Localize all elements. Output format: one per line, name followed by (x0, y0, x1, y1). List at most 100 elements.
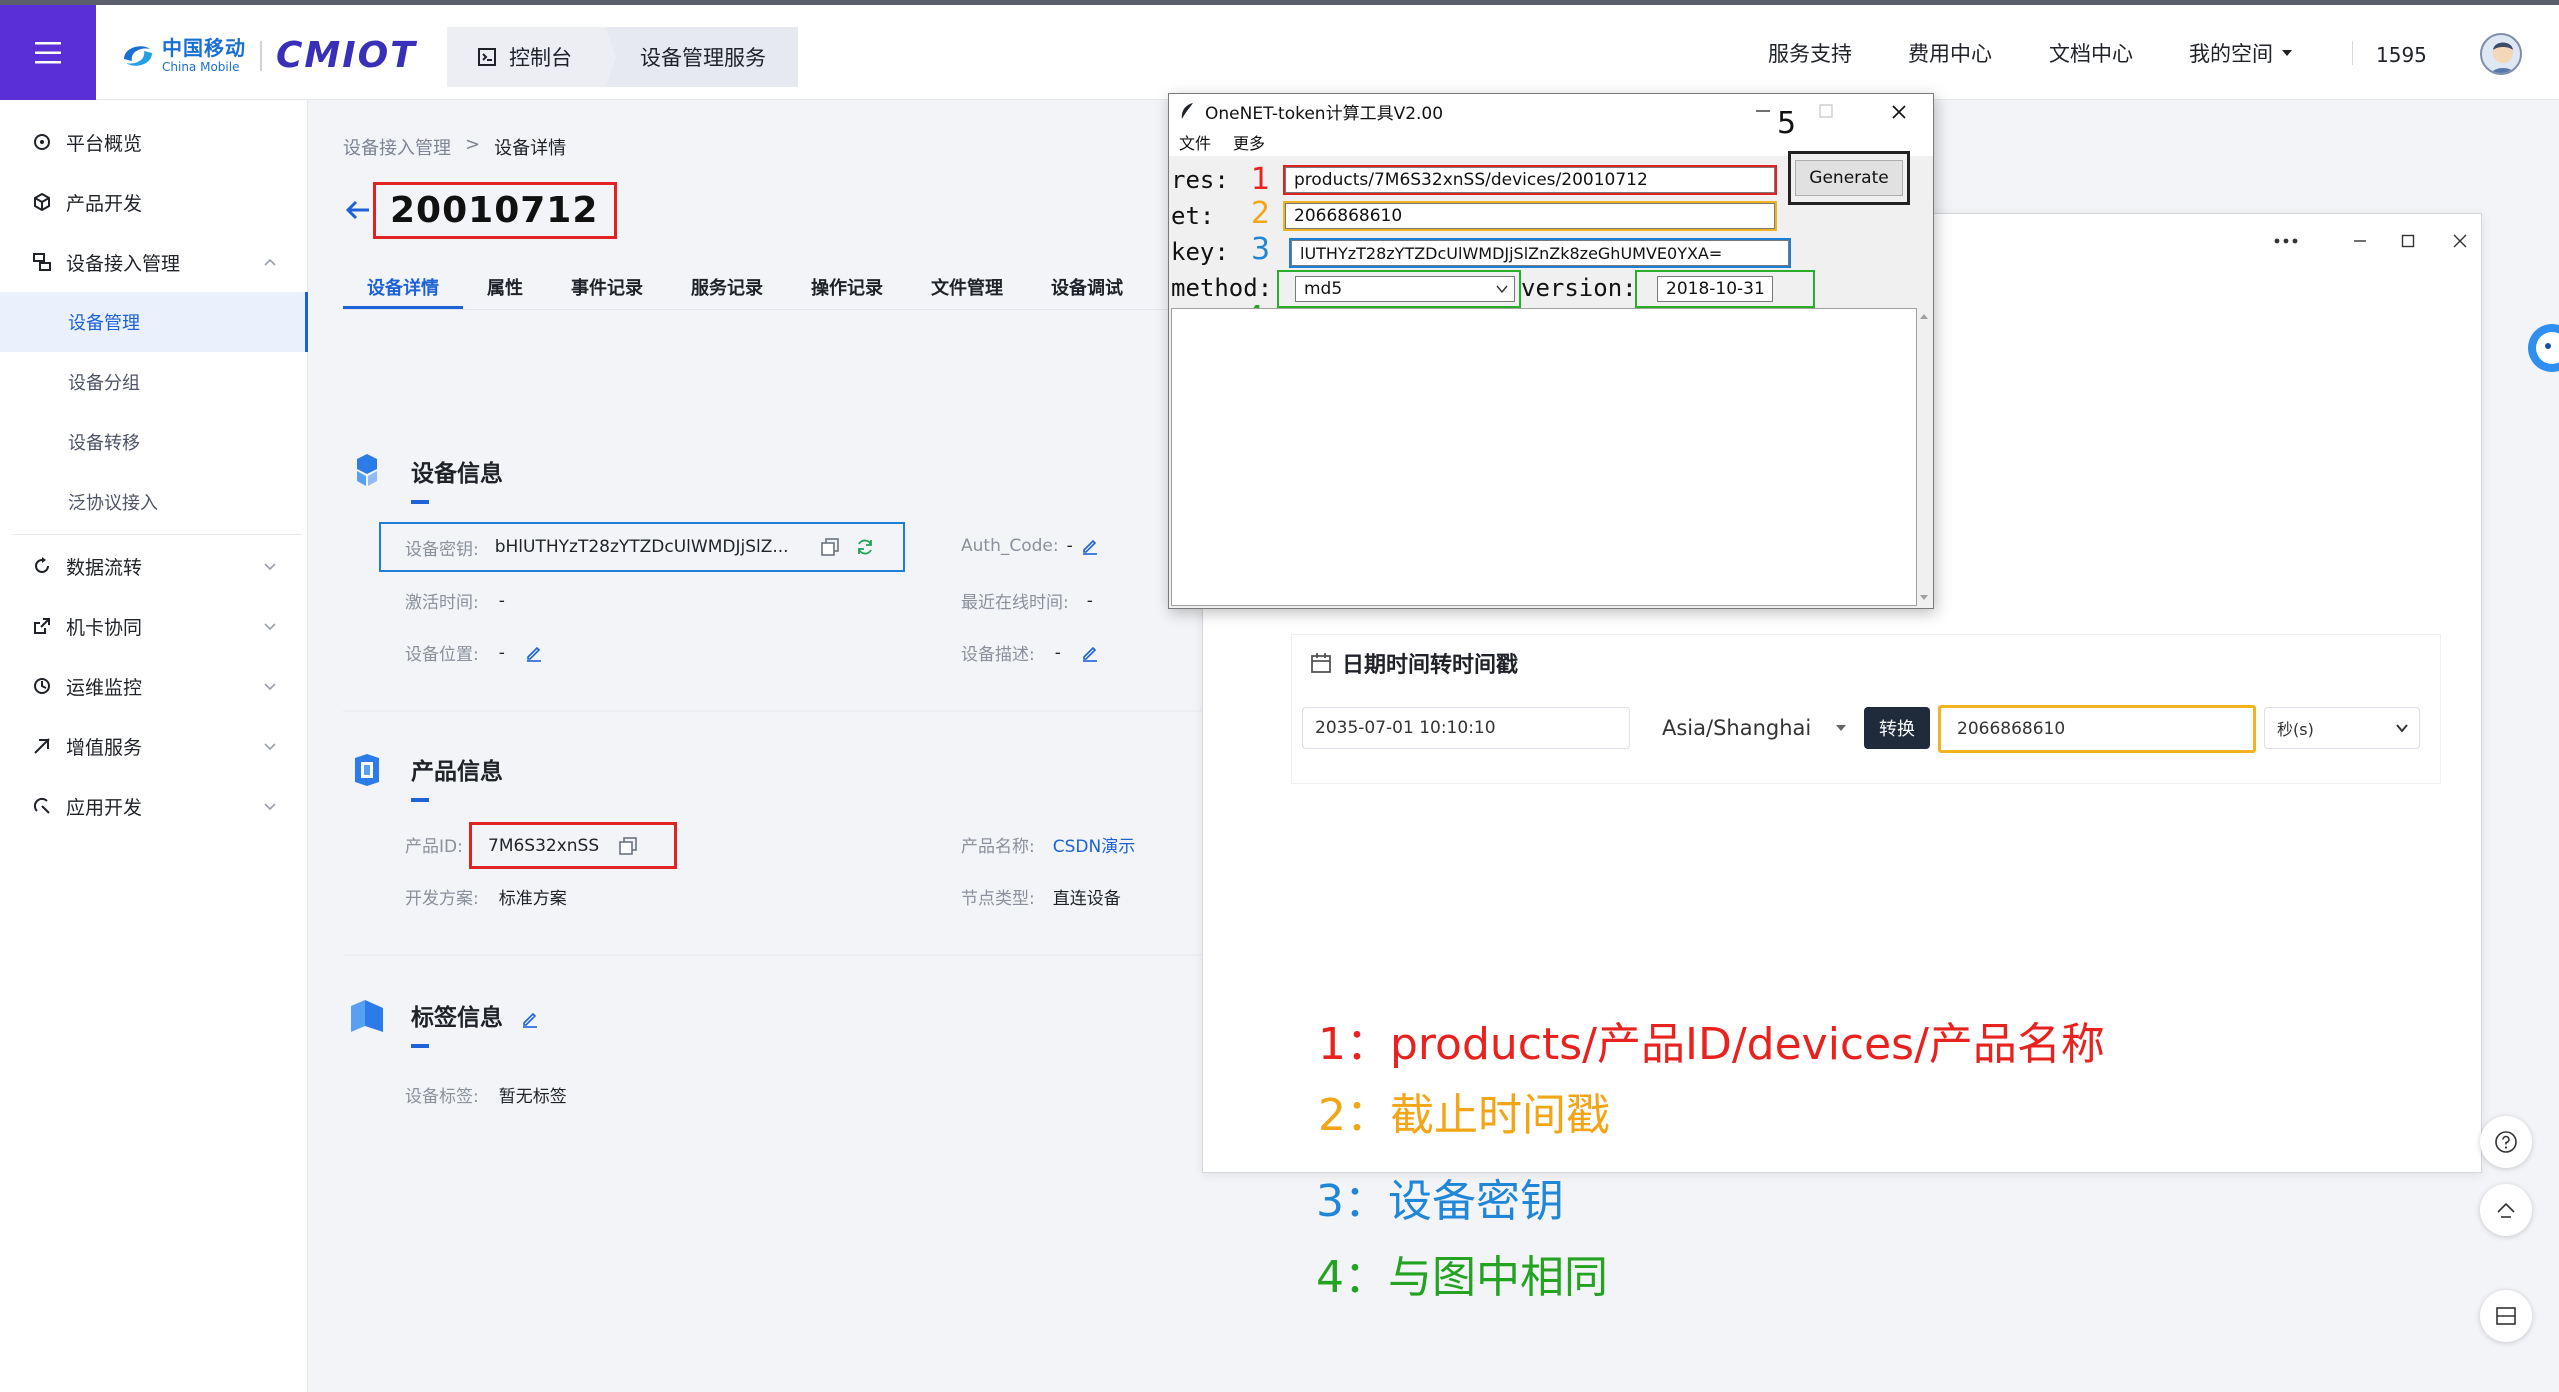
method-highlight (1277, 270, 1521, 308)
breadcrumb-current: 设备详情 (494, 138, 567, 159)
feedback-button[interactable] (2480, 1290, 2532, 1342)
sidebar-subitem-device-transfer[interactable]: 设备转移 (0, 412, 308, 472)
generate-button[interactable]: Generate (1795, 160, 1903, 196)
convert-button[interactable]: 转换 (1864, 707, 1930, 749)
maximize-icon (1819, 104, 1833, 118)
nav-docs-center[interactable]: 文档中心 (2049, 5, 2133, 100)
device-service-tab-label: 设备管理服务 (640, 46, 766, 70)
user-id[interactable]: 1595 (2376, 43, 2427, 67)
sidebar-item-data-flow[interactable]: 数据流转 (0, 536, 308, 596)
caret-down-icon (2282, 49, 2292, 56)
calendar-icon (1311, 653, 1331, 673)
assistant-mascot-icon[interactable] (2516, 312, 2559, 382)
sidebar-item-value-added[interactable]: 增值服务 (0, 716, 308, 776)
copy-icon[interactable] (820, 538, 839, 556)
scroll-down-icon[interactable] (1919, 594, 1929, 602)
edit-icon[interactable] (525, 644, 543, 662)
console-tab[interactable]: 控制台 (447, 27, 616, 87)
version-label: version: (1521, 274, 1637, 302)
back-to-top-button[interactable] (2480, 1184, 2532, 1236)
res-label: res: (1171, 166, 1229, 194)
et-highlight (1283, 201, 1777, 231)
data-flow-icon (32, 556, 52, 576)
sidebar-subitem-device-management[interactable]: 设备管理 (0, 292, 308, 352)
sidebar-subitem-generic-protocol[interactable]: 泛协议接入 (0, 472, 308, 532)
copy-icon[interactable] (619, 836, 637, 855)
token-output-textarea[interactable] (1171, 308, 1917, 606)
sidebar-item-ops-monitor[interactable]: 运维监控 (0, 656, 308, 716)
close-icon[interactable] (1891, 104, 1907, 120)
brand-cn-text: 中国移动 (162, 36, 246, 60)
help-button[interactable] (2480, 1116, 2532, 1168)
device-service-tab[interactable]: 设备管理服务 (606, 27, 798, 87)
tab-device-detail[interactable]: 设备详情 (343, 260, 463, 310)
back-arrow-icon[interactable] (343, 195, 373, 225)
minimize-icon[interactable] (2345, 226, 2375, 256)
device-desc-label: 设备描述: (961, 645, 1035, 665)
menu-file[interactable]: 文件 (1179, 130, 1211, 154)
tab-device-debug[interactable]: 设备调试 (1027, 260, 1147, 310)
dev-scheme-value: 标准方案 (498, 889, 567, 909)
sidebar-item-product-dev[interactable]: 产品开发 (0, 172, 308, 232)
device-tag-value: 暂无标签 (498, 1087, 567, 1107)
caret-down-icon (1836, 725, 1847, 731)
product-id-field: 7M6S32xnSS (469, 822, 677, 869)
datetime-card-title-text: 日期时间转时间戳 (1342, 653, 1519, 678)
detail-tabs: 设备详情 属性 事件记录 服务记录 操作记录 文件管理 设备调试 (343, 260, 1147, 310)
device-tag-field: 设备标签: 暂无标签 (405, 1082, 567, 1107)
feather-icon (1181, 103, 1193, 119)
sidebar-item-label: 产品开发 (66, 192, 143, 215)
tab-event-log[interactable]: 事件记录 (547, 260, 667, 310)
device-access-icon (32, 252, 52, 272)
datetime-input[interactable]: 2035-07-01 10:10:10 (1302, 707, 1630, 749)
scroll-up-icon[interactable] (1919, 312, 1929, 320)
marker-3: 3 (1251, 232, 1271, 267)
sidebar-subitem-device-group[interactable]: 设备分组 (0, 352, 308, 412)
nav-billing-center[interactable]: 费用中心 (1908, 5, 1992, 100)
unit-select-value: 秒(s) (2277, 720, 2314, 739)
close-icon[interactable] (2445, 226, 2475, 256)
tab-label: 事件记录 (571, 278, 643, 299)
tab-service-log[interactable]: 服务记录 (667, 260, 787, 310)
menu-more[interactable]: 更多 (1233, 130, 1265, 154)
brand-logo[interactable]: 中国移动 China Mobile CMIOT (120, 35, 417, 76)
maximize-icon[interactable] (2393, 226, 2423, 256)
sidebar-divider (12, 534, 302, 535)
product-name-link[interactable]: CSDN演示 (1053, 832, 1135, 857)
sidebar-subitem-label: 泛协议接入 (68, 493, 158, 514)
edit-icon[interactable] (1081, 537, 1099, 555)
minimize-icon[interactable] (1755, 106, 1771, 116)
sidebar-item-label: 数据流转 (66, 556, 143, 579)
auth-code-label: Auth_Code: (961, 536, 1059, 556)
unit-select[interactable]: 秒(s) (2264, 707, 2420, 749)
edit-icon[interactable] (1081, 644, 1099, 662)
cube-icon (32, 192, 52, 212)
app-dev-icon (32, 796, 52, 816)
annotation-2: 2：截止时间戳 (1318, 1090, 1610, 1141)
sidebar-item-app-dev[interactable]: 应用开发 (0, 776, 308, 836)
tab-operation-log[interactable]: 操作记录 (787, 260, 907, 310)
avatar[interactable] (2480, 33, 2522, 75)
chevron-down-icon (2396, 724, 2408, 733)
timezone-select[interactable]: Asia/Shanghai (1642, 707, 1850, 749)
tab-properties[interactable]: 属性 (463, 260, 547, 310)
menu-toggle-button[interactable] (0, 5, 96, 100)
nav-service-support[interactable]: 服务支持 (1768, 5, 1852, 100)
activated-time-field: 激活时间: - (405, 588, 505, 614)
sidebar-item-overview[interactable]: 平台概览 (0, 112, 308, 172)
token-output-scrollbar[interactable] (1917, 308, 1931, 606)
sidebar-item-sim-link[interactable]: 机卡协同 (0, 596, 308, 656)
device-name-title: 20010712 (373, 182, 617, 239)
nav-my-space[interactable]: 我的空间 (2189, 5, 2293, 100)
tab-file-management[interactable]: 文件管理 (907, 260, 1027, 310)
device-desc-field: 设备描述: - (961, 640, 1099, 665)
timestamp-output[interactable]: 2066868610 (1938, 705, 2256, 753)
device-location-field: 设备位置: - (405, 640, 543, 665)
edit-icon[interactable] (521, 1010, 539, 1028)
breadcrumb-device-access[interactable]: 设备接入管理 (343, 134, 451, 160)
sidebar-item-device-access[interactable]: 设备接入管理 (0, 232, 308, 292)
product-info-title-text: 产品信息 (411, 759, 503, 785)
more-options-icon[interactable] (2271, 226, 2301, 256)
refresh-icon[interactable] (855, 537, 875, 557)
cmiot-logo-text: CMIOT (276, 35, 417, 76)
